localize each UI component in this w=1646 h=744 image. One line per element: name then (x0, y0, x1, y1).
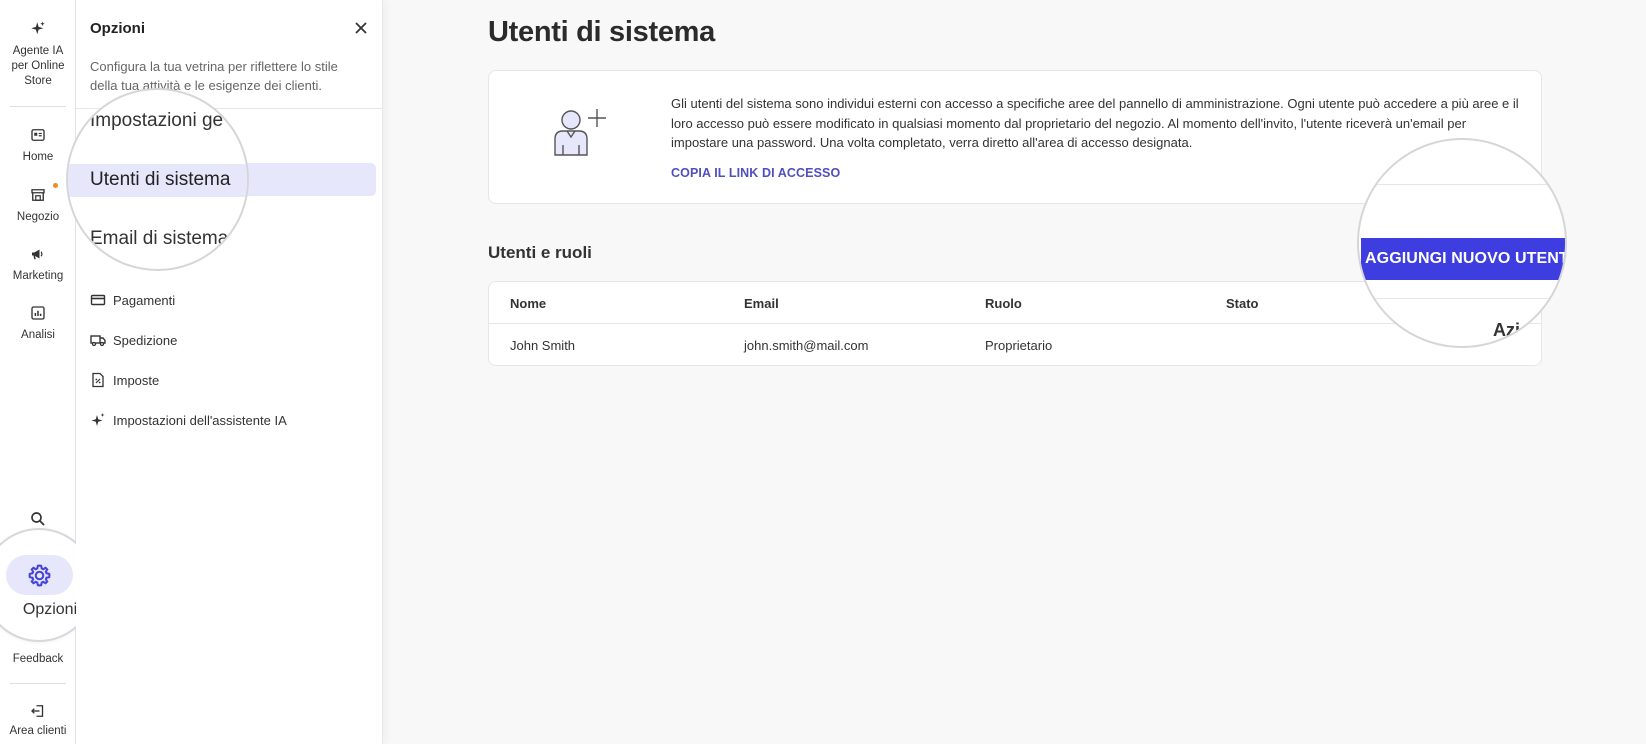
panel-description: Configura la tua vetrina per riflettere … (90, 59, 338, 93)
column-header-name: Nome (510, 296, 547, 311)
menu-item-taxes-label: Imposte (113, 372, 160, 388)
menu-item-shipping[interactable]: Spedizione (90, 329, 177, 351)
sparkle-icon (91, 413, 105, 426)
rail-item-marketing-label: Marketing (12, 270, 64, 282)
menu-item-taxes[interactable]: Imposte (90, 369, 159, 391)
panel-title: Opzioni (90, 20, 145, 37)
rail-feedback[interactable]: Feedback (0, 652, 76, 667)
add-user-magnifier: AGGIUNGI NUOVO UTENTE Azi (1357, 138, 1567, 348)
gear-icon (28, 564, 51, 587)
menu-item-payments[interactable]: Pagamenti (90, 289, 175, 311)
rail-ai-agent[interactable]: Agente IA per Online Store (0, 20, 76, 89)
tax-document-icon (92, 372, 104, 388)
rail-item-analytics[interactable]: Analisi (0, 304, 76, 343)
rail-item-marketing[interactable]: Marketing (0, 245, 76, 284)
chart-icon (31, 306, 45, 320)
menu-magnifier: Impostazioni ge Utenti di sistema Email … (66, 88, 249, 271)
truck-icon (90, 335, 106, 347)
rail-item-store[interactable]: Negozio (0, 186, 76, 225)
cell-name: John Smith (510, 338, 576, 353)
home-icon (31, 129, 45, 141)
column-header-actions: Azi (1493, 320, 1520, 340)
column-header-email: Email (744, 296, 779, 311)
menu-item-general[interactable]: Impostazioni ge (90, 110, 223, 132)
add-user-icon (554, 109, 606, 156)
column-header-status: Stato (1226, 296, 1259, 311)
cell-role: Proprietario (985, 338, 1053, 353)
logout-icon (31, 705, 44, 717)
menu-item-system-users[interactable]: Utenti di sistema (90, 169, 230, 191)
rail-divider (10, 106, 66, 107)
store-icon (31, 189, 45, 201)
menu-item-ai-assistant[interactable]: Impostazioni dell'assistente IA (90, 409, 287, 431)
rail-divider-bottom (10, 683, 66, 684)
sparkle-icon (31, 21, 45, 35)
options-active-pill (6, 555, 73, 595)
credit-card-icon (90, 294, 106, 306)
cell-email: john.smith@mail.com (744, 338, 869, 353)
section-title-users-roles: Utenti e ruoli (488, 243, 592, 262)
search-icon (31, 512, 45, 526)
rail-ai-agent-label: Agente IA per Online Store (11, 45, 65, 87)
menu-item-ai-assistant-label: Impostazioni dell'assistente IA (113, 412, 287, 428)
copy-access-link[interactable]: COPIA IL LINK DI ACCESSO (671, 166, 840, 180)
megaphone-icon (32, 249, 43, 260)
rail-client-area-label: Area clienti (9, 725, 67, 737)
menu-item-shipping-label: Spedizione (113, 332, 178, 348)
rail-item-home-label: Home (22, 151, 54, 163)
page-title: Utenti di sistema (488, 16, 715, 48)
magnifier-divider (1359, 184, 1565, 185)
menu-item-payments-label: Pagamenti (113, 292, 176, 308)
magnifier-table-line (1359, 298, 1565, 299)
info-description: Gli utenti del sistema sono individui es… (671, 96, 1519, 150)
add-new-user-button[interactable]: AGGIUNGI NUOVO UTENTE (1361, 238, 1565, 280)
rail-item-store-label: Negozio (16, 211, 60, 223)
close-icon[interactable] (354, 21, 368, 35)
store-notification-dot (53, 183, 58, 188)
rail-feedback-label: Feedback (12, 653, 64, 665)
rail-item-home[interactable]: Home (0, 126, 76, 165)
app: Agente IA per Online Store Home Negozio … (0, 0, 1646, 744)
menu-item-system-email[interactable]: Email di sistema (90, 228, 228, 250)
rail-client-area[interactable]: Area clienti (0, 702, 76, 739)
rail-item-analytics-label: Analisi (21, 329, 55, 341)
column-header-role: Ruolo (985, 296, 1022, 311)
